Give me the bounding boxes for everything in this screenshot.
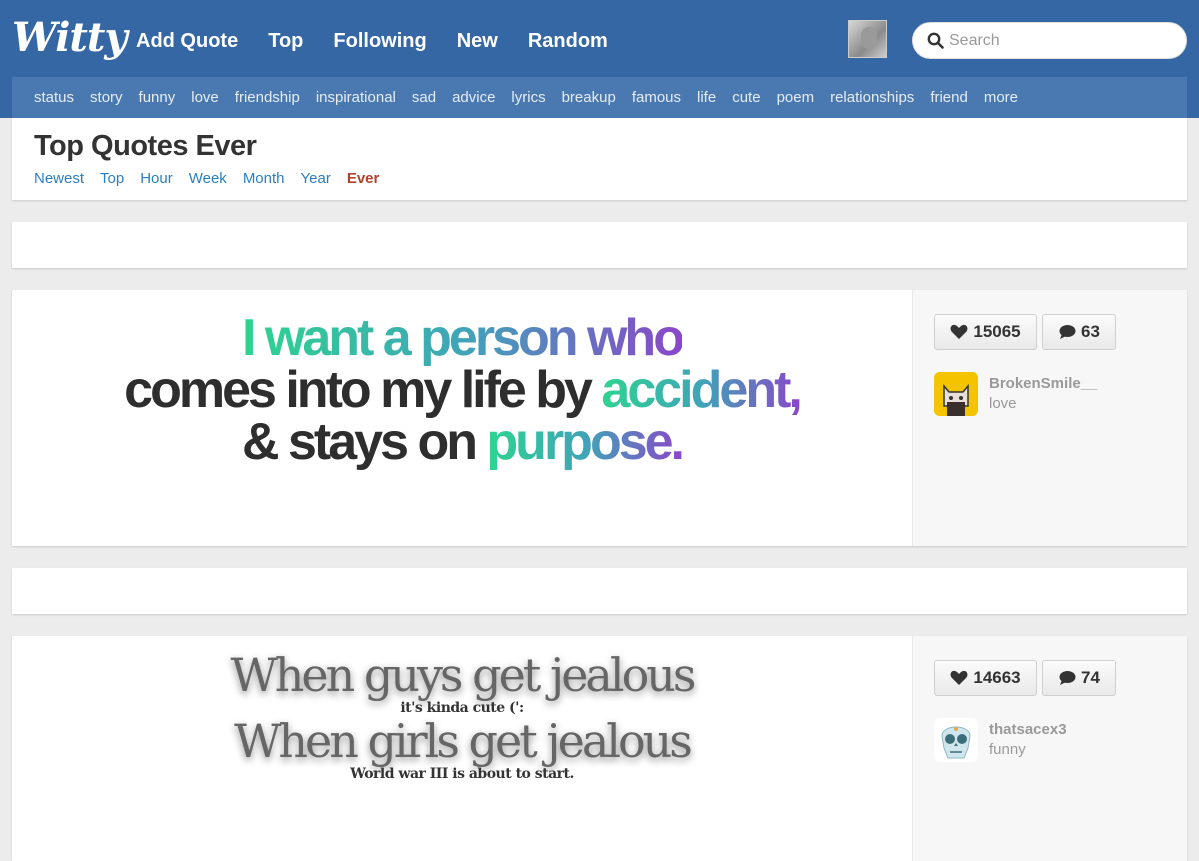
comment-count: 63 [1081,322,1100,341]
nav-random[interactable]: Random [528,28,608,54]
comment-icon [1059,671,1076,685]
quote-line: I want a person who [12,312,912,364]
heart-icon [950,324,968,339]
tag-link[interactable]: lyrics [511,89,545,106]
site-logo[interactable]: Witty [12,14,128,62]
tag-link[interactable]: friend [930,89,968,106]
tag-link[interactable]: story [90,89,123,106]
tag-link[interactable]: breakup [562,89,616,106]
search-icon [927,32,944,49]
nav-top[interactable]: Top [268,28,303,54]
author-name[interactable]: BrokenSmile__ [989,375,1097,392]
like-count: 15065 [973,322,1021,341]
sort-tabs: Newest Top Hour Week Month Year Ever [34,170,395,187]
quote-category[interactable]: love [989,395,1017,412]
search-input[interactable] [949,29,1174,53]
main-nav: Add Quote Top Following New Random [136,28,638,54]
quote-line: comes into my life by accident, [12,364,912,416]
quote-run: & stays on [242,413,487,471]
quote-meta: 15065 63 BrokenSmile__ love [912,290,1187,546]
nav-following[interactable]: Following [333,28,426,54]
tag-link[interactable]: famous [632,89,681,106]
tag-link[interactable]: life [697,89,716,106]
tag-link[interactable]: poem [777,89,815,106]
quote-card: I want a person who comes into my life by… [12,290,1187,546]
sort-top[interactable]: Top [100,170,124,187]
sort-month[interactable]: Month [243,170,285,187]
comment-count: 74 [1081,668,1100,687]
quote-run: I want a person who [242,309,685,367]
tag-link[interactable]: funny [139,89,176,106]
author-avatar[interactable] [934,372,978,416]
author-avatar[interactable] [934,718,978,762]
quote-line: & stays on purpose. [12,416,912,468]
skull-avatar-icon [941,726,971,759]
quote-meta: 14663 74 thatsacex3 funny [912,636,1187,861]
top-header: Witty Add Quote Top Following New Random… [0,0,1199,118]
quote-line: When guys get jealous [230,648,697,702]
sort-ever[interactable]: Ever [347,170,380,187]
ad-slot [12,568,1187,614]
tag-more-link[interactable]: more [984,89,1018,106]
quote-line: World war III is about to start. [350,766,574,782]
quote-run: comes into my life by [124,361,602,419]
tag-link[interactable]: relationships [830,89,914,106]
cat-avatar-icon [934,372,978,416]
like-button[interactable]: 15065 [934,314,1037,350]
page-title-panel: Top Quotes Ever Newest Top Hour Week Mon… [12,118,1187,200]
quote-run: purpose. [486,413,685,471]
comment-icon [1059,325,1076,339]
sort-newest[interactable]: Newest [34,170,84,187]
sort-week[interactable]: Week [189,170,227,187]
comment-button[interactable]: 74 [1042,660,1116,696]
user-avatar[interactable] [848,20,887,58]
nav-new[interactable]: New [457,28,498,54]
quote-line: When girls get jealous [234,714,693,768]
tag-link[interactable]: inspirational [316,89,396,106]
nav-add-quote[interactable]: Add Quote [136,28,238,54]
sort-year[interactable]: Year [301,170,331,187]
quote-category[interactable]: funny [989,741,1026,758]
quote-run: accident, [601,361,802,419]
sort-hour[interactable]: Hour [140,170,173,187]
tag-link[interactable]: cute [732,89,760,106]
like-button[interactable]: 14663 [934,660,1037,696]
tag-link[interactable]: advice [452,89,495,106]
quote-image[interactable]: When guys get jealous it's kinda cute (':… [12,636,912,861]
search-box[interactable] [912,22,1187,59]
tag-link[interactable]: friendship [235,89,300,106]
tag-link[interactable]: status [34,89,74,106]
quote-card: When guys get jealous it's kinda cute (':… [12,636,1187,861]
page-title: Top Quotes Ever [34,130,257,162]
like-count: 14663 [973,668,1021,687]
quote-text: When guys get jealous it's kinda cute (':… [12,650,912,782]
comment-button[interactable]: 63 [1042,314,1116,350]
heart-icon [950,670,968,685]
quote-image[interactable]: I want a person who comes into my life by… [12,290,912,546]
tag-bar: status story funny love friendship inspi… [12,77,1187,118]
quote-text: I want a person who comes into my life by… [12,312,912,468]
tag-link[interactable]: sad [412,89,436,106]
tag-link[interactable]: love [191,89,219,106]
ad-slot [12,222,1187,268]
author-name[interactable]: thatsacex3 [989,721,1067,738]
